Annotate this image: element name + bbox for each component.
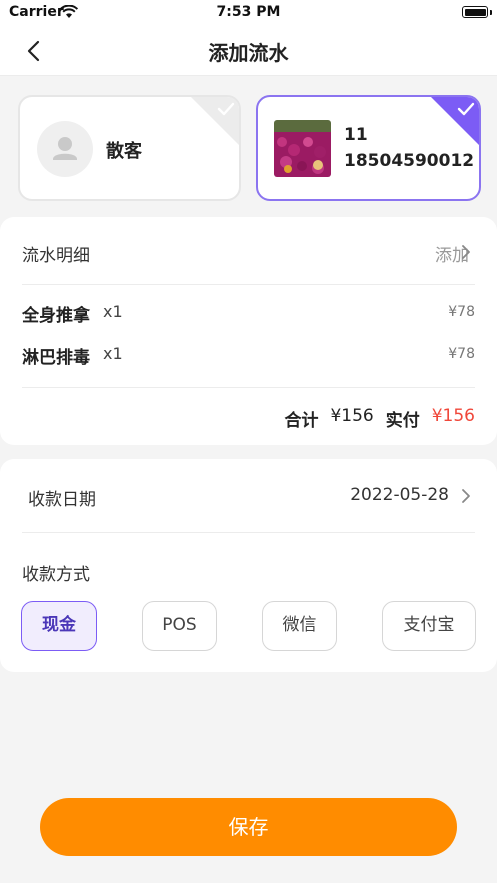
item-quantity: x1: [103, 344, 123, 363]
flow-details-panel: 流水明细 添加 全身推拿 x1 ¥78 淋巴排毒 x1 ¥78 合计 ¥156 …: [0, 217, 497, 445]
actual-paid-label: 实付: [385, 411, 420, 431]
member-id: 11: [344, 125, 368, 145]
nav-bar: 添加流水: [0, 26, 497, 76]
payment-option-wechat[interactable]: 微信: [262, 601, 337, 651]
battery-cap: [490, 10, 492, 15]
payment-date-picker[interactable]: 2022-05-28: [350, 485, 449, 505]
divider: [22, 387, 475, 388]
member-phone: 18504590012: [344, 151, 475, 171]
divider: [22, 532, 475, 533]
payment-panel: 收款日期 2022-05-28 收款方式 现金 POS 微信 支付宝: [0, 459, 497, 672]
payment-option-pos[interactable]: POS: [142, 601, 217, 651]
payment-date-label: 收款日期: [28, 490, 96, 510]
selected-corner: [430, 97, 479, 146]
actual-paid-value: ¥156: [431, 406, 475, 426]
customer-card-member[interactable]: 11 18504590012: [256, 95, 481, 201]
check-icon: [457, 102, 475, 116]
item-price: ¥78: [448, 304, 475, 320]
avatar: [37, 121, 93, 177]
user-icon: [53, 137, 77, 160]
item-name: 淋巴排毒: [22, 348, 90, 368]
chevron-right-icon: [462, 245, 470, 259]
flow-details-title: 流水明细: [22, 246, 90, 266]
total-label: 合计: [284, 411, 319, 431]
guest-name: 散客: [106, 141, 142, 162]
item-name: 全身推拿: [22, 306, 90, 326]
customer-card-guest[interactable]: 散客: [18, 95, 241, 201]
payment-option-alipay[interactable]: 支付宝: [382, 601, 476, 651]
status-time: 7:53 PM: [216, 4, 281, 20]
page-title: 添加流水: [208, 41, 289, 65]
status-bar: Carrier 7:53 PM: [0, 0, 497, 26]
divider: [22, 284, 475, 285]
chevron-right-icon: [462, 489, 470, 503]
total-value: ¥156: [330, 406, 374, 426]
check-icon: [217, 102, 235, 116]
item-quantity: x1: [103, 302, 123, 321]
member-avatar-photo: [274, 120, 331, 177]
totals-row: 合计 ¥156 实付 ¥156: [284, 406, 475, 431]
payment-option-cash[interactable]: 现金: [21, 601, 97, 651]
save-button[interactable]: 保存: [40, 798, 457, 856]
unselected-corner: [190, 97, 239, 146]
payment-method-label: 收款方式: [22, 565, 90, 585]
battery-icon: [462, 6, 488, 18]
item-price: ¥78: [448, 346, 475, 362]
